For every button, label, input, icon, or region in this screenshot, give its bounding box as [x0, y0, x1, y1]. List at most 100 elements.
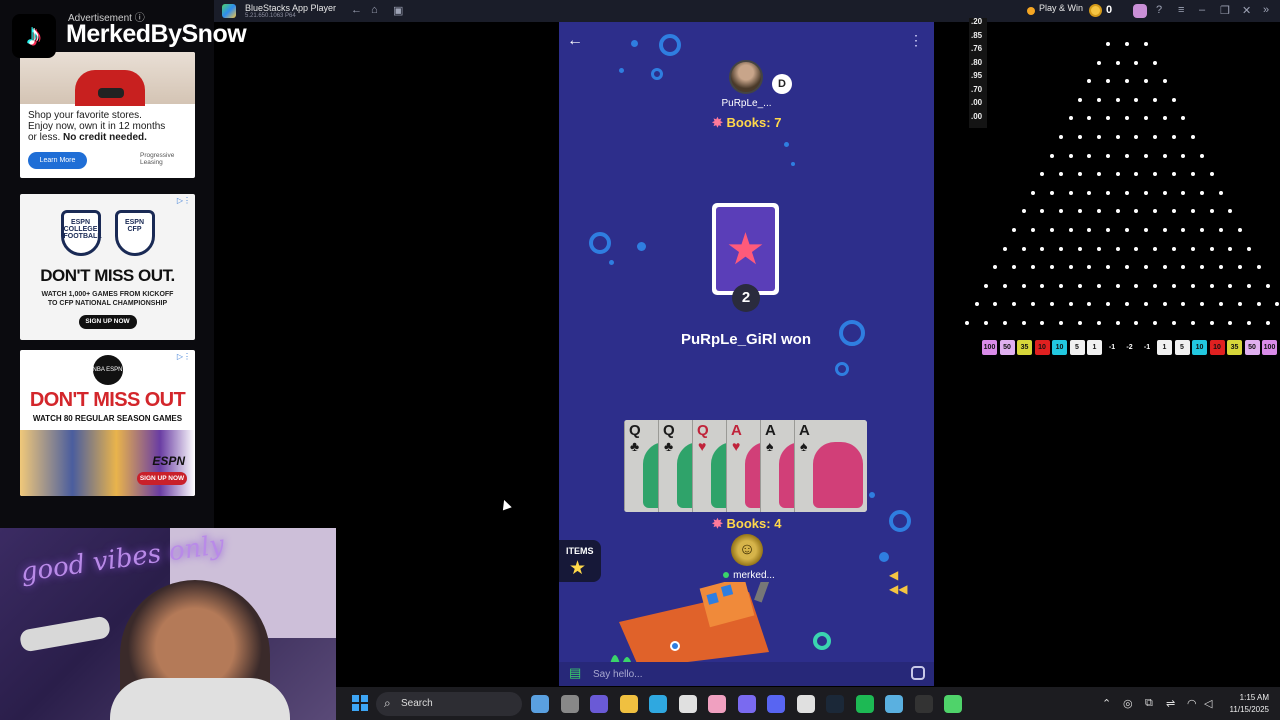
card-suit: ♣ [630, 438, 640, 454]
plinko-peg [1143, 190, 1148, 195]
plinko-peg [1087, 190, 1092, 195]
learn-more-button[interactable]: Learn More [28, 152, 87, 169]
chrome-icon[interactable] [796, 695, 815, 713]
copilot-icon[interactable] [737, 695, 756, 713]
plinko-peg [1134, 283, 1139, 288]
clock-date[interactable]: 11/15/2025 [1214, 705, 1269, 714]
ad-espn-nba[interactable]: ▷⋮ NBA ESPN DON'T MISS OUT WATCH 80 REGU… [20, 350, 195, 496]
wifi-icon[interactable]: ◠ [1187, 697, 1197, 710]
plinko-peg [1190, 321, 1195, 325]
discord-icon[interactable] [767, 695, 785, 713]
more-options-icon[interactable]: ⋮ [909, 32, 923, 49]
teams-icon[interactable] [590, 695, 608, 713]
ad-progressive-leasing[interactable]: Shop your favorite stores. Enjoy now, ow… [20, 52, 195, 178]
sign-up-button[interactable]: SIGN UP NOW [137, 472, 187, 485]
plinko-peg [1237, 228, 1242, 232]
plinko-peg [1115, 172, 1120, 177]
sign-up-button[interactable]: SIGN UP NOW [78, 315, 137, 329]
deck-card[interactable]: ★ [712, 203, 779, 295]
plinko-peg [1209, 283, 1214, 288]
windows-start-icon[interactable] [352, 695, 368, 711]
plinko-peg [1181, 265, 1186, 270]
player-books: ✸ Books: 4 [712, 516, 782, 531]
restore-icon[interactable]: ❐ [1220, 4, 1230, 17]
chat-input[interactable] [593, 664, 893, 684]
volume-icon[interactable]: ◁ [1204, 697, 1212, 710]
tray-app-icon[interactable]: ⇌ [1166, 697, 1175, 710]
plinko-peg [1096, 209, 1101, 214]
plinko-peg [1162, 153, 1167, 158]
hand-card[interactable]: A ♠ [794, 420, 867, 512]
home-icon[interactable]: ⌂ [371, 4, 378, 16]
widgets-icon[interactable] [531, 695, 549, 713]
window-title: BlueStacks App Player [245, 3, 337, 13]
plinko-board [965, 30, 1280, 340]
plinko-peg [1153, 321, 1158, 325]
plinko-peg [1049, 153, 1054, 158]
plinko-peg [1228, 246, 1233, 251]
webcam-feed: good vibes only [0, 528, 336, 720]
tray-app-icon[interactable]: ◎ [1123, 697, 1133, 710]
plinko-peg [1275, 302, 1280, 307]
plinko-peg [1068, 302, 1073, 307]
multi-instance-icon[interactable]: ▣ [393, 4, 403, 17]
player-name: merked... [709, 570, 789, 581]
ad-choices-icon[interactable]: ▷⋮ [177, 352, 191, 361]
photos-icon[interactable] [708, 695, 726, 713]
coin-icon [1089, 4, 1102, 17]
hamburger-menu-icon[interactable]: ≡ [1178, 4, 1184, 16]
plinko-peg [1087, 302, 1092, 307]
plinko-peg [1247, 246, 1252, 251]
play-win-icon [1027, 7, 1035, 15]
clock-time[interactable]: 1:15 AM [1225, 693, 1269, 702]
sidebar-toggle-icon[interactable]: » [1263, 4, 1269, 16]
items-label: ITEMS [566, 546, 594, 556]
epic-games-icon[interactable] [914, 695, 933, 713]
plinko-peg [1181, 190, 1186, 195]
plinko-peg [1143, 116, 1148, 121]
close-icon[interactable]: ✕ [1242, 4, 1251, 17]
account-avatar[interactable] [1133, 4, 1147, 18]
plinko-peg [1087, 116, 1092, 121]
bluestacks-icon[interactable] [944, 695, 962, 713]
task-view-icon[interactable] [560, 695, 579, 713]
plinko-peg [1059, 283, 1064, 288]
spotify-icon[interactable] [855, 695, 874, 713]
back-arrow-icon[interactable]: ← [567, 32, 583, 50]
plinko-peg [1087, 153, 1092, 158]
plinko-peg [1096, 172, 1101, 177]
taskbar-search[interactable] [376, 692, 522, 716]
store-icon[interactable] [678, 695, 697, 713]
edge-icon[interactable] [649, 695, 667, 713]
plinko-peg [1049, 302, 1054, 307]
ad-choices-icon[interactable]: ▷⋮ [177, 196, 191, 205]
plinko-peg [1266, 321, 1270, 325]
plinko-slot: -1 [1108, 344, 1116, 351]
plinko-peg [1190, 172, 1195, 177]
steam-icon[interactable] [826, 695, 844, 713]
plinko-peg [1134, 321, 1139, 325]
file-explorer-icon[interactable] [619, 695, 638, 713]
plinko-peg [1256, 302, 1261, 307]
espn-college-football-logo: ESPN COLLEGE FOOTBALL [60, 210, 102, 256]
chevron-up-icon[interactable]: ⌃ [1102, 697, 1111, 710]
ad-espn-cfp[interactable]: ▷⋮ ESPN COLLEGE FOOTBALL ESPN CFP DON'T … [20, 194, 195, 340]
play-win-button[interactable]: Play & Win [1039, 3, 1083, 13]
plinko-peg [1153, 283, 1158, 288]
plinko-peg [1125, 42, 1129, 46]
back-nav-icon[interactable]: ← [351, 4, 362, 16]
minimize-icon[interactable]: – [1199, 4, 1205, 16]
plinko-peg [1162, 190, 1167, 195]
sticker-icon[interactable] [911, 666, 925, 680]
plinko-peg [1134, 97, 1139, 102]
help-icon[interactable]: ? [1156, 4, 1162, 16]
player-avatar[interactable]: ☺ [731, 534, 763, 566]
starfish-icon: ✸ [712, 115, 723, 130]
plinko-slot: -2 [1126, 344, 1133, 351]
plinko-peg [1002, 283, 1007, 288]
notepad-icon[interactable] [885, 695, 903, 713]
opponent-avatar[interactable] [729, 60, 763, 94]
tray-app-icon[interactable]: ⧉ [1145, 697, 1153, 710]
plinko-peg [1134, 209, 1139, 214]
plinko-peg [1096, 97, 1101, 102]
